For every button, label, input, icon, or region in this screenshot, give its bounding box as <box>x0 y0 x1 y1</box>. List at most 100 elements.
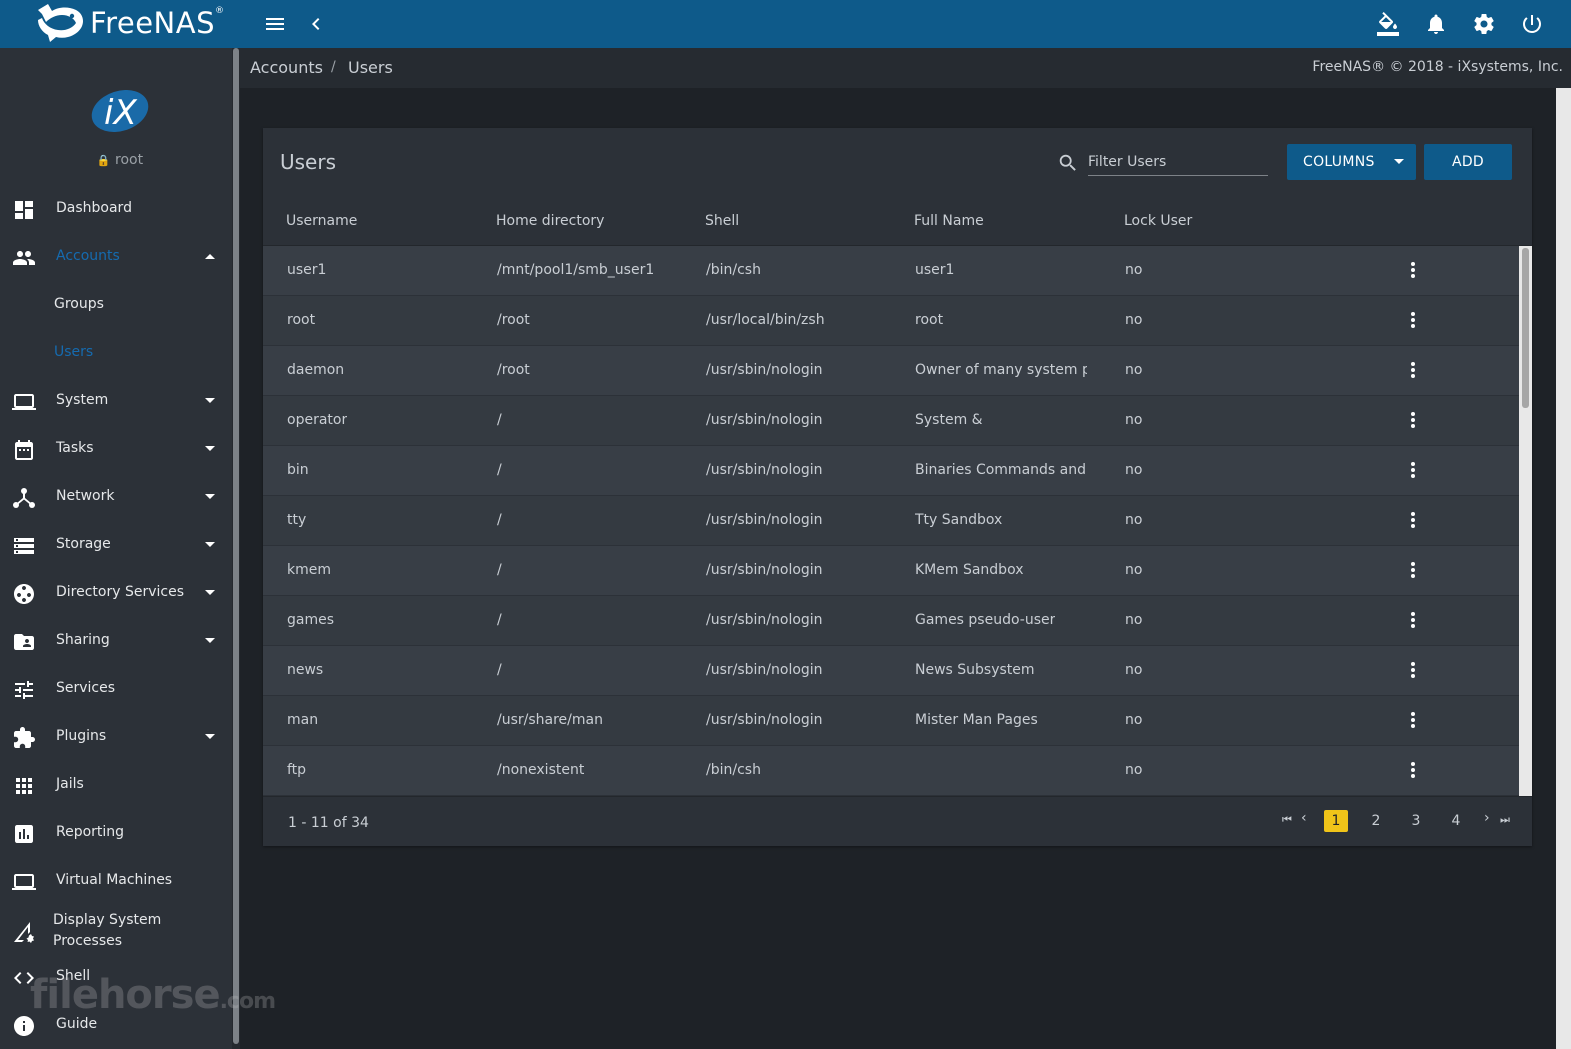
chevron-left-icon[interactable] <box>304 12 328 36</box>
page-button-3[interactable]: 3 <box>1404 810 1428 832</box>
more-vert-icon[interactable] <box>1403 611 1423 631</box>
cell-shell: /usr/sbin/nologin <box>706 362 823 378</box>
users-card: Users COLUMNS ADD Username Home director… <box>263 128 1532 846</box>
table-row[interactable]: user1/mnt/pool1/smb_user1/bin/csh user1 no <box>263 246 1519 296</box>
sidebar-item-reporting[interactable]: Reporting <box>0 810 232 858</box>
gear-icon[interactable] <box>1472 12 1496 36</box>
chevron-up-icon <box>205 254 215 259</box>
table-row[interactable]: root/root/usr/local/bin/zsh root no <box>263 296 1519 346</box>
column-header-full-name[interactable]: Full Name <box>914 213 984 229</box>
sidebar-scrollbar-thumb[interactable] <box>233 48 239 1044</box>
grid-icon <box>12 774 36 798</box>
cell-home-directory: / <box>497 462 502 478</box>
last-page-icon[interactable]: ⏭ <box>1500 813 1510 827</box>
table-row[interactable]: games / /usr/sbin/nologin Games pseudo-user… <box>263 596 1519 646</box>
sidebar-item-label: Accounts <box>56 248 120 264</box>
puzzle-icon <box>12 726 36 750</box>
sidebar-item-system[interactable]: System <box>0 378 232 426</box>
cell-home-directory: / <box>497 512 502 528</box>
column-header-lock-user[interactable]: Lock User <box>1124 213 1192 229</box>
more-vert-icon[interactable] <box>1403 261 1423 281</box>
cell-lock-user: no <box>1125 612 1143 628</box>
sidebar-item-groups[interactable]: Groups <box>0 282 232 330</box>
table-scrollbar-thumb[interactable] <box>1522 248 1529 408</box>
sidebar-item-jails[interactable]: Jails <box>0 762 232 810</box>
column-header-shell[interactable]: Shell <box>705 213 739 229</box>
page-button-2[interactable]: 2 <box>1364 810 1388 832</box>
folder-shared-icon <box>12 630 36 654</box>
main-scrollbar[interactable] <box>1556 88 1571 1049</box>
table-row[interactable]: daemon/root/usr/sbin/nologin Owner of man… <box>263 346 1519 396</box>
sidebar-item-directory-services[interactable]: Directory Services <box>0 570 232 618</box>
cell-full-name: root <box>915 312 944 328</box>
paint-bucket-icon[interactable] <box>1376 12 1400 36</box>
table-footer: 1 - 11 of 34 ⏮ ‹ 1 2 3 4 › ⏭ <box>263 796 1532 846</box>
processes-icon <box>12 920 36 944</box>
table-row[interactable]: ftp/nonexistent/bin/csh no <box>263 746 1519 796</box>
cell-full-name: Games pseudo-user <box>915 612 1056 628</box>
cell-username: operator <box>287 412 348 428</box>
table-row[interactable]: kmem / /usr/sbin/nologin KMem Sandbox no <box>263 546 1519 596</box>
cell-lock-user: no <box>1125 412 1143 428</box>
columns-button[interactable]: COLUMNS <box>1287 144 1416 180</box>
page-button-1[interactable]: 1 <box>1324 810 1348 832</box>
table-row[interactable]: bin / /usr/sbin/nologin Binaries Commands a… <box>263 446 1519 496</box>
breadcrumb-item-accounts[interactable]: Accounts <box>250 58 323 77</box>
table-scrollbar[interactable] <box>1519 246 1532 796</box>
more-vert-icon[interactable] <box>1403 511 1423 531</box>
current-user-name: root <box>115 152 144 168</box>
cell-shell: /usr/sbin/nologin <box>706 562 823 578</box>
chevron-down-icon <box>205 542 215 547</box>
more-vert-icon[interactable] <box>1403 461 1423 481</box>
chart-icon <box>12 822 36 846</box>
sidebar-item-label: Sharing <box>56 632 110 648</box>
first-page-icon[interactable]: ⏮ <box>1282 813 1292 827</box>
cell-home-directory: /nonexistent <box>497 762 585 778</box>
sidebar-item-tasks[interactable]: Tasks <box>0 426 232 474</box>
more-vert-icon[interactable] <box>1403 361 1423 381</box>
sidebar-item-virtual-machines[interactable]: Virtual Machines <box>0 858 232 906</box>
table-row[interactable]: operator / /usr/sbin/nologin System & no <box>263 396 1519 446</box>
cell-home-directory: / <box>497 562 502 578</box>
more-vert-icon[interactable] <box>1403 561 1423 581</box>
bell-icon[interactable] <box>1424 12 1448 36</box>
brand[interactable]: FreeNAS® <box>0 0 240 48</box>
chevron-down-icon <box>205 446 215 451</box>
more-vert-icon[interactable] <box>1403 311 1423 331</box>
power-icon[interactable] <box>1520 12 1544 36</box>
table-header: Username Home directory Shell Full Name … <box>263 196 1532 246</box>
next-page-icon[interactable]: › <box>1484 810 1490 826</box>
more-vert-icon[interactable] <box>1403 411 1423 431</box>
prev-page-icon[interactable]: ‹ <box>1301 810 1307 826</box>
sidebar-item-storage[interactable]: Storage <box>0 522 232 570</box>
column-header-username[interactable]: Username <box>286 213 357 229</box>
cell-username: ftp <box>287 762 307 778</box>
add-user-button[interactable]: ADD <box>1424 144 1512 180</box>
more-vert-icon[interactable] <box>1403 711 1423 731</box>
sidebar-item-dashboard[interactable]: Dashboard <box>0 186 232 234</box>
filter-users-input[interactable] <box>1088 148 1268 176</box>
cell-shell: /usr/sbin/nologin <box>706 712 823 728</box>
sidebar-item-label: Groups <box>54 296 104 312</box>
sidebar-item-accounts[interactable]: Accounts <box>0 234 232 282</box>
page-button-4[interactable]: 4 <box>1444 810 1468 832</box>
sidebar-item-display-system-processes[interactable]: Display System Processes <box>0 906 232 960</box>
column-header-home-directory[interactable]: Home directory <box>496 213 604 229</box>
sidebar-scrollbar[interactable] <box>232 48 240 1049</box>
sidebar-item-label: System <box>56 392 109 408</box>
sidebar-item-users[interactable]: Users <box>0 330 232 378</box>
cell-full-name: user1 <box>915 262 955 278</box>
sidebar-item-services[interactable]: Services <box>0 666 232 714</box>
sidebar-item-sharing[interactable]: Sharing <box>0 618 232 666</box>
more-vert-icon[interactable] <box>1403 761 1423 781</box>
sidebar-item-label: Users <box>54 344 94 360</box>
sidebar-item-label: Dashboard <box>56 200 132 216</box>
menu-icon[interactable] <box>263 12 287 36</box>
sidebar-item-plugins[interactable]: Plugins <box>0 714 232 762</box>
tune-icon <box>12 678 36 702</box>
more-vert-icon[interactable] <box>1403 661 1423 681</box>
table-row[interactable]: news / /usr/sbin/nologin News Subsystem no <box>263 646 1519 696</box>
table-row[interactable]: tty / /usr/sbin/nologin Tty Sandbox no <box>263 496 1519 546</box>
sidebar-item-network[interactable]: Network <box>0 474 232 522</box>
table-row[interactable]: man/usr/share/man/usr/sbin/nologin Mister… <box>263 696 1519 746</box>
